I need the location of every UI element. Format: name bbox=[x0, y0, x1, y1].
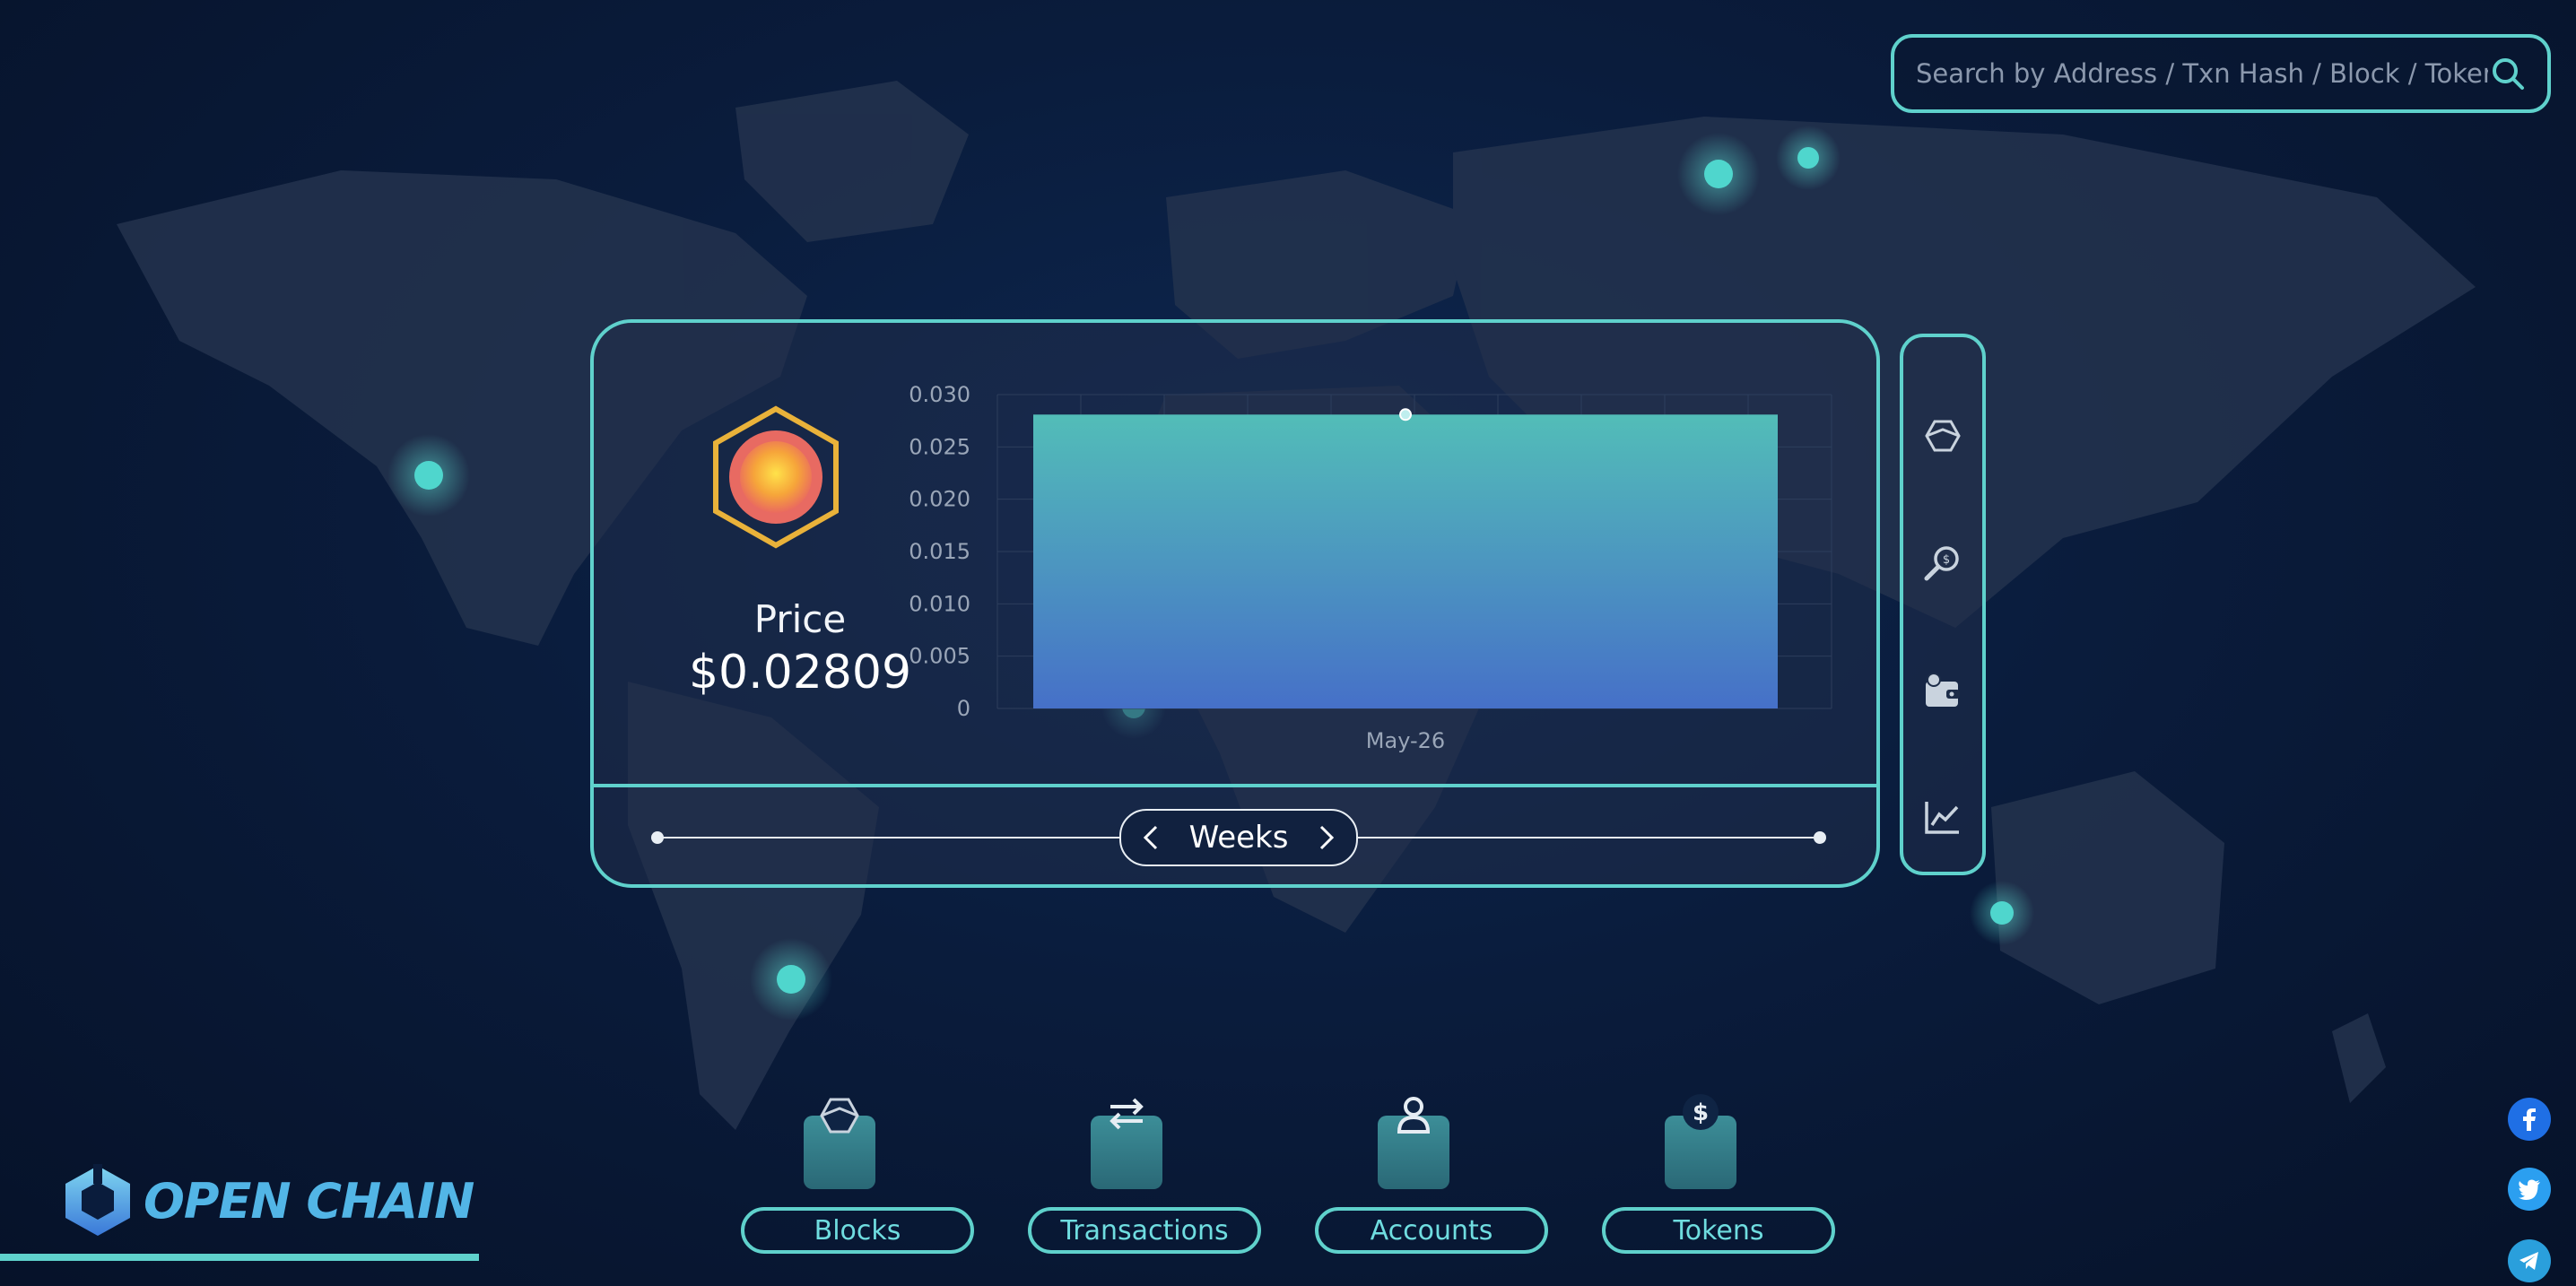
range-label: Weeks bbox=[1188, 820, 1289, 856]
token-logo-icon bbox=[713, 405, 839, 549]
range-slider-end-handle[interactable] bbox=[1814, 831, 1826, 844]
cube-icon bbox=[820, 1098, 859, 1134]
chevron-left-icon[interactable] bbox=[1137, 820, 1164, 856]
svg-text:$: $ bbox=[1693, 1099, 1709, 1126]
magnifier-coin-icon: $ bbox=[1924, 546, 1959, 581]
brand-logo[interactable]: OPEN CHAIN bbox=[59, 1162, 474, 1239]
card-divider bbox=[594, 784, 1876, 787]
line-chart-icon bbox=[1925, 802, 1959, 834]
price-card: Price $0.02809 0 0.005 0.010 0.015 0.020 0.02… bbox=[590, 319, 1880, 888]
wallet-icon bbox=[1926, 673, 1960, 707]
range-selector: Weeks bbox=[1119, 809, 1358, 866]
nav-transactions-button[interactable]: Transactions bbox=[1028, 1207, 1261, 1254]
facebook-link[interactable] bbox=[2508, 1098, 2551, 1141]
range-slider-start-handle[interactable] bbox=[651, 831, 664, 844]
twitter-link[interactable] bbox=[2508, 1168, 2551, 1211]
nav-accounts: Accounts bbox=[1315, 1092, 1548, 1254]
nav-transactions: Transactions bbox=[1028, 1092, 1261, 1254]
svg-text:$: $ bbox=[1943, 553, 1950, 567]
dollar-coin-icon: $ bbox=[1683, 1094, 1719, 1130]
nav-blocks: Blocks bbox=[741, 1092, 974, 1254]
y-tick-label: 0.015 bbox=[909, 539, 970, 564]
search-icon[interactable] bbox=[2488, 54, 2528, 93]
side-menu-search-token[interactable]: $ bbox=[1921, 542, 1964, 585]
transfer-icon bbox=[1110, 1098, 1144, 1130]
nav-tokens-button[interactable]: Tokens bbox=[1602, 1207, 1835, 1254]
nav-tokens: $ Tokens bbox=[1602, 1092, 1835, 1254]
chevron-right-icon[interactable] bbox=[1313, 820, 1340, 856]
nav-accounts-button[interactable]: Accounts bbox=[1315, 1207, 1548, 1254]
search-input[interactable] bbox=[1916, 58, 2488, 89]
x-tick-label: May-26 bbox=[1366, 728, 1445, 753]
twitter-icon bbox=[2519, 1179, 2540, 1200]
open-chain-logo-icon bbox=[65, 1164, 130, 1236]
brand-name: OPEN CHAIN bbox=[144, 1172, 474, 1230]
telegram-link[interactable] bbox=[2508, 1239, 2551, 1282]
price-chart: 0 0.005 0.010 0.015 0.020 0.025 0.030 May-26 bbox=[909, 382, 1832, 753]
side-menu-blocks[interactable] bbox=[1921, 414, 1964, 457]
price-point[interactable] bbox=[1399, 408, 1412, 421]
search-bar[interactable] bbox=[1891, 34, 2551, 113]
brand-underline bbox=[0, 1254, 479, 1261]
price-area bbox=[1033, 414, 1778, 708]
nav-blocks-button[interactable]: Blocks bbox=[741, 1207, 974, 1254]
side-menu-charts[interactable] bbox=[1921, 796, 1964, 839]
side-menu: $ bbox=[1900, 334, 1986, 875]
telegram-icon bbox=[2519, 1252, 2538, 1270]
facebook-icon bbox=[2523, 1108, 2536, 1131]
y-tick-label: 0.030 bbox=[909, 382, 970, 407]
y-tick-label: 0.010 bbox=[909, 591, 970, 616]
side-menu-wallet[interactable] bbox=[1921, 669, 1964, 712]
cube-icon bbox=[1925, 420, 1961, 452]
y-tick-label: 0.025 bbox=[909, 434, 970, 459]
y-tick-label: 0.020 bbox=[909, 487, 970, 512]
y-tick-label: 0.005 bbox=[909, 644, 970, 669]
user-icon bbox=[1397, 1097, 1431, 1134]
y-tick-label: 0 bbox=[957, 696, 970, 721]
